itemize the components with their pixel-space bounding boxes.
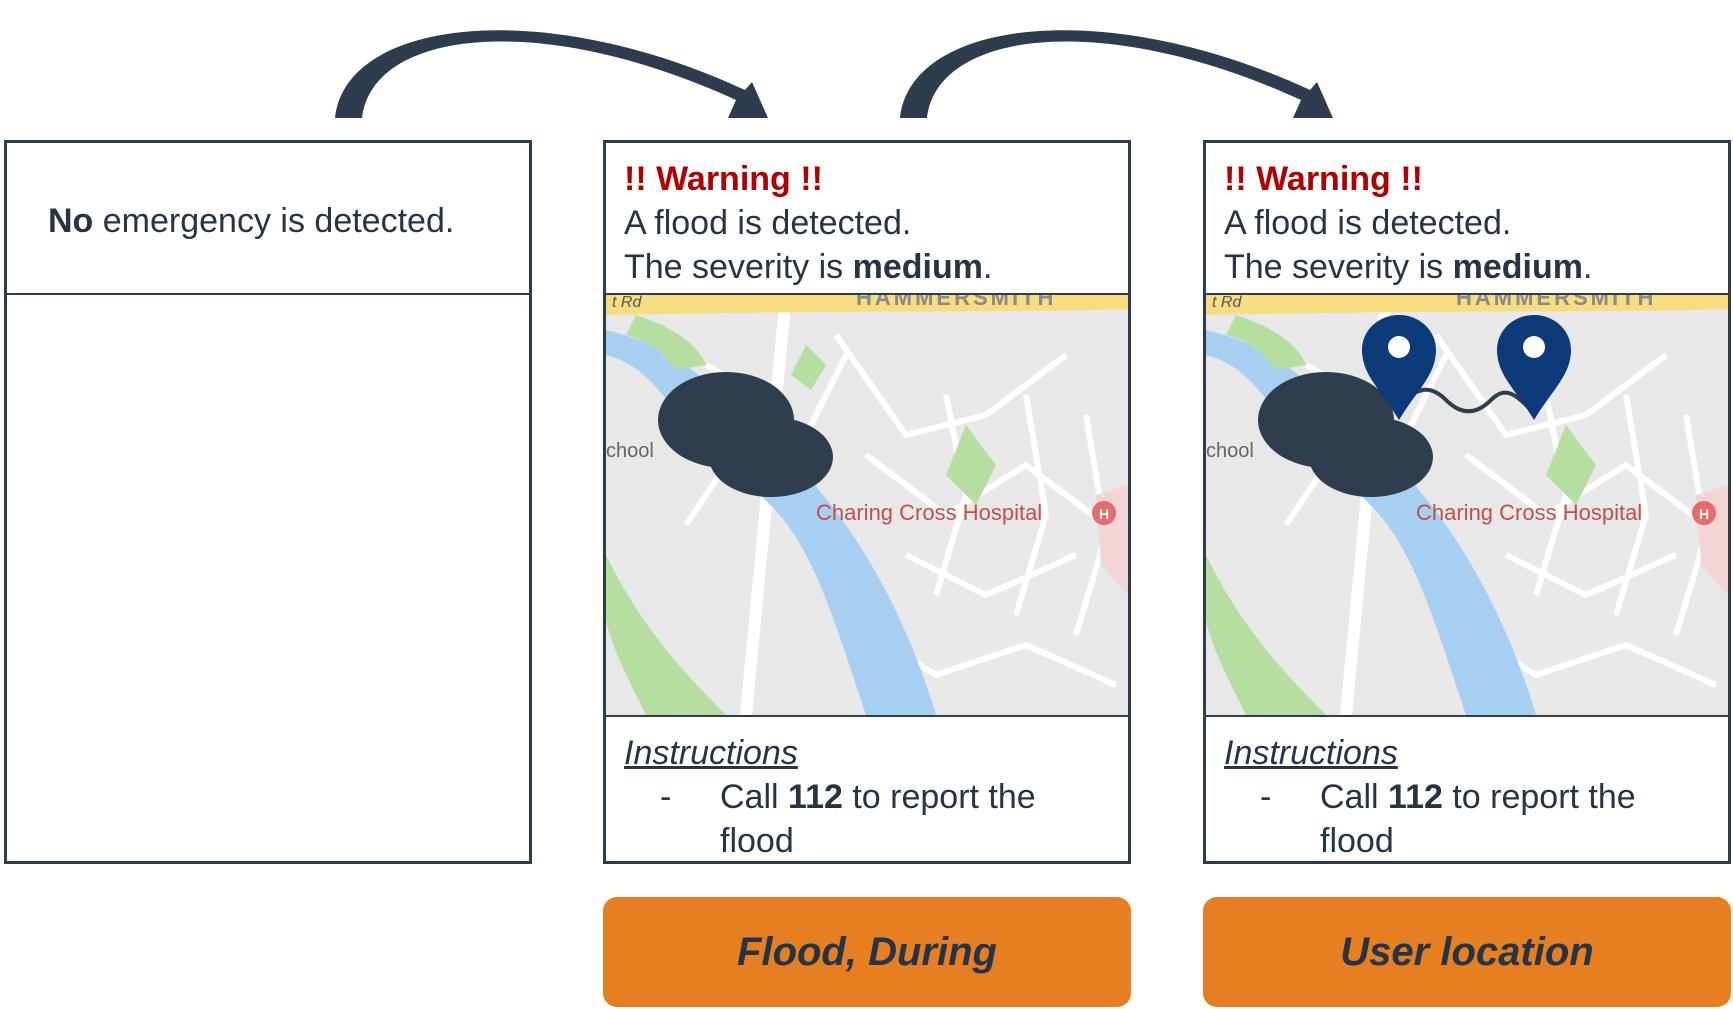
arrow-panel1-to-panel2 [335, 30, 768, 118]
instructions-section: Instructions - Call 112 to report the fl… [606, 715, 1128, 861]
warning-header: !! Warning !! A flood is detected. The s… [606, 143, 1128, 295]
hospital-icon: H [1092, 501, 1116, 525]
svg-text:H: H [1099, 506, 1109, 522]
severity-suffix: . [982, 248, 993, 286]
warning-header: !! Warning !! A flood is detected. The s… [1206, 143, 1728, 295]
school-label: chool [606, 440, 654, 462]
flood-detected-text: A flood is detected. [624, 204, 912, 242]
panel-user-location: !! Warning !! A flood is detected. The s… [1203, 140, 1731, 864]
severity-suffix: . [1582, 248, 1593, 286]
instructions-section: Instructions - Call 112 to report the fl… [1206, 715, 1728, 861]
status-text: emergency is detected. [93, 202, 455, 240]
list-dash: - [660, 778, 672, 816]
severity-line: The severity is medium. [624, 245, 1110, 289]
instructions-title: Instructions [624, 734, 798, 772]
severity-prefix: The severity is [624, 248, 853, 286]
no-word: No [48, 202, 94, 240]
instruction-item: - Call 112 to report the flood [1224, 775, 1710, 861]
list-dash: - [1260, 778, 1272, 816]
flood-detected-text: A flood is detected. [1224, 204, 1512, 242]
instruction-item: - Call 112 to report the flood [624, 775, 1110, 861]
panel-flood-during: !! Warning !! A flood is detected. The s… [603, 140, 1131, 864]
call-prefix: Call [1320, 778, 1389, 816]
district-label: HAMMERSMITH [1456, 295, 1656, 310]
road-label: t Rd [1212, 295, 1242, 311]
arrow-panel2-to-panel3 [900, 30, 1333, 118]
call-prefix: Call [720, 778, 789, 816]
emergency-number: 112 [1388, 778, 1443, 816]
hospital-icon: H [1692, 501, 1716, 525]
caption-flood-during: Flood, During [603, 897, 1131, 1007]
severity-prefix: The severity is [1224, 248, 1453, 286]
severity-value: medium [852, 248, 983, 286]
flood-map[interactable]: t Rd HAMMERSMITH chool Charing Cross Hos… [606, 295, 1128, 715]
caption-user-location: User location [1203, 897, 1731, 1007]
hospital-label: Charing Cross Hospital [1416, 500, 1642, 525]
severity-value: medium [1452, 248, 1583, 286]
school-label: chool [1206, 440, 1254, 462]
panel-no-emergency: No emergency is detected. [4, 140, 532, 864]
instructions-title: Instructions [1224, 734, 1398, 772]
user-location-map[interactable]: t Rd HAMMERSMITH chool Charing Cross Hos… [1206, 295, 1728, 715]
road-label: t Rd [612, 295, 642, 311]
warning-title: !! Warning !! [624, 160, 823, 198]
severity-line: The severity is medium. [1224, 245, 1710, 289]
hospital-label: Charing Cross Hospital [816, 500, 1042, 525]
warning-title: !! Warning !! [1224, 160, 1423, 198]
svg-text:H: H [1699, 506, 1709, 522]
district-label: HAMMERSMITH [856, 295, 1056, 310]
status-header: No emergency is detected. [7, 143, 529, 295]
emergency-number: 112 [788, 778, 843, 816]
